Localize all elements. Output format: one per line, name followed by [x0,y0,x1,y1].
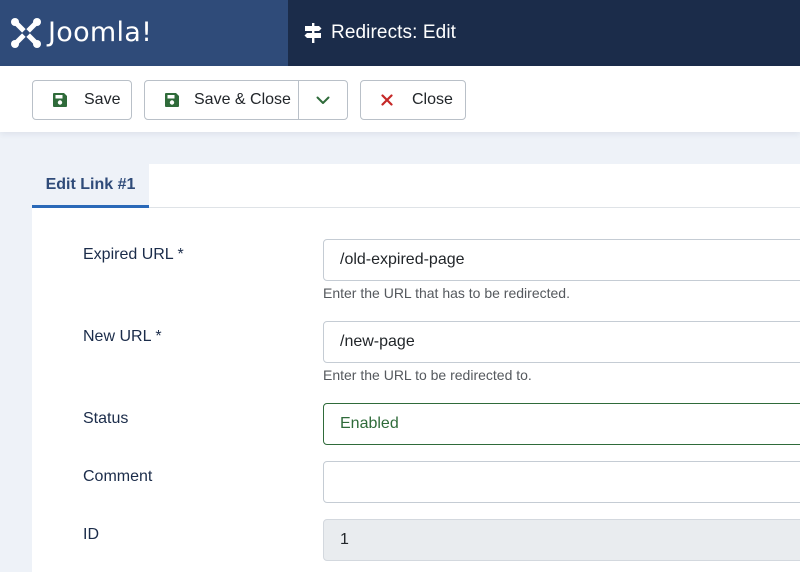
brand[interactable]: Joomla! [0,0,288,66]
close-button[interactable]: Close [360,80,466,120]
joomla-logo-icon [11,18,41,48]
expired-url-label: Expired URL * [83,246,184,263]
save-close-button-group: Save & Close [144,80,348,120]
tab-edit-link[interactable]: Edit Link #1 [32,164,149,208]
page-heading: Redirects: Edit [288,0,456,66]
brand-name: Joomla! [48,16,153,48]
close-label: Close [412,91,453,108]
expired-url-help: Enter the URL that has to be redirected. [323,285,570,301]
comment-field[interactable] [323,461,800,503]
page-title: Redirects: Edit [331,22,457,43]
id-field: 1 [323,519,800,561]
x-icon [378,94,396,106]
new-url-help: Enter the URL to be redirected to. [323,367,532,383]
save-close-button[interactable]: Save & Close [145,81,299,119]
floppy-disk-icon [51,93,69,107]
expired-url-field[interactable]: /old-expired-page [323,239,800,281]
save-button[interactable]: Save [32,80,132,120]
edit-card: Edit Link #1 Expired URL * /old-expired-… [32,164,800,572]
new-url-field[interactable]: /new-page [323,321,800,363]
comment-label: Comment [83,468,153,485]
id-label: ID [83,526,99,543]
status-label: Status [83,410,129,427]
app-header: Joomla! Redirects: Edit [0,0,800,66]
tab-bar: Edit Link #1 [32,164,800,208]
save-options-dropdown-toggle[interactable] [299,81,347,119]
toolbar: Save Save & Close Close [0,66,800,132]
signpost-icon [304,23,322,43]
status-select[interactable]: Enabled [323,403,800,445]
chevron-down-icon [316,96,330,105]
save-label: Save [84,91,121,108]
floppy-disk-icon [163,93,181,107]
save-close-label: Save & Close [194,91,291,108]
new-url-label: New URL * [83,328,162,345]
